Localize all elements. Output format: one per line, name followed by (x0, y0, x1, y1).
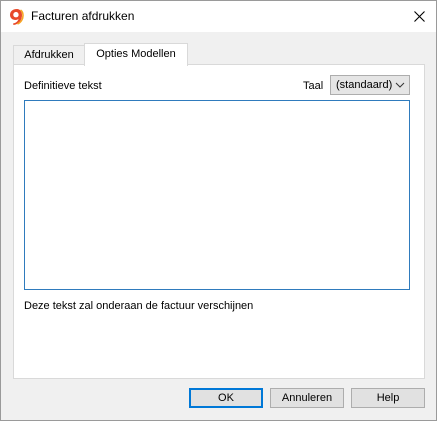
tab-afdrukken[interactable]: Afdrukken (13, 45, 85, 65)
help-button[interactable]: Help (351, 388, 425, 408)
window-title: Facturen afdrukken (31, 9, 135, 23)
tab-opties-modellen[interactable]: Opties Modellen (84, 43, 188, 66)
ok-button[interactable]: OK (189, 388, 263, 408)
language-select-value: (standaard) (336, 79, 393, 91)
banana-app-icon (10, 9, 24, 25)
text-label: Definitieve tekst (24, 80, 102, 92)
language-label: Taal (303, 80, 324, 92)
dialog-window: Facturen afdrukken Afdrukken Opties Mode… (0, 0, 437, 421)
hint-text: Deze tekst zal onderaan de factuur versc… (24, 300, 254, 312)
tab-panel: Definitieve tekst Taal (standaard) Deze … (13, 64, 425, 379)
language-select[interactable]: (standaard) (330, 75, 410, 95)
close-icon (413, 11, 425, 22)
final-text-area[interactable] (24, 100, 410, 290)
title-bar: Facturen afdrukken (1, 1, 436, 32)
close-button[interactable] (402, 1, 436, 32)
cancel-button[interactable]: Annuleren (270, 388, 344, 408)
chevron-down-icon (395, 82, 405, 88)
